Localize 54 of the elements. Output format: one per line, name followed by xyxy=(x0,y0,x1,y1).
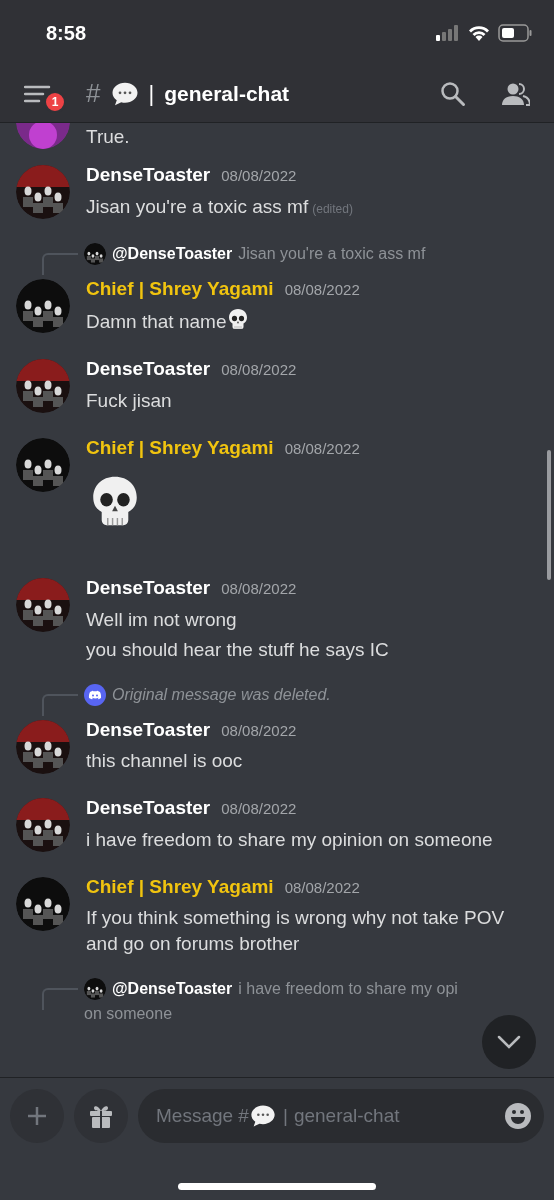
wifi-icon xyxy=(468,24,490,41)
message-timestamp: 08/08/2022 xyxy=(221,579,297,599)
edited-label: (edited) xyxy=(312,201,353,216)
reply-text: Original message was deleted. xyxy=(112,684,331,705)
reply-author[interactable]: @DenseToaster xyxy=(112,977,233,1001)
message-text: Damn that name xyxy=(86,307,538,335)
message-text: If you think something is wrong why not take POV and go on forums brother xyxy=(86,906,506,956)
reply-author[interactable]: @DenseToaster xyxy=(112,241,233,266)
search-icon[interactable] xyxy=(440,80,466,107)
message-text: Well im not wrong xyxy=(86,607,238,632)
message-timestamp: 08/08/2022 xyxy=(284,877,360,898)
message-text: i have freedom to share my opinion on someone xyxy=(86,827,494,852)
plus-icon xyxy=(26,1105,48,1127)
author-name[interactable]: DenseToaster xyxy=(86,161,211,190)
message-text: Jisan you're a toxic ass mf (edited) xyxy=(86,194,354,219)
status-time: 8:58 xyxy=(46,20,87,46)
message-timestamp: 08/08/2022 xyxy=(284,279,360,300)
message-timestamp: 08/08/2022 xyxy=(221,360,297,380)
message-timestamp: 08/08/2022 xyxy=(221,166,297,186)
message-timestamp: 08/08/2022 xyxy=(221,799,297,819)
placeholder-separator: | xyxy=(282,1103,288,1128)
author-name[interactable]: DenseToaster xyxy=(86,794,211,823)
author-name[interactable]: DenseToaster xyxy=(86,355,211,384)
channel-title: general-chat xyxy=(164,80,290,107)
message-timestamp: 08/08/2022 xyxy=(221,720,297,741)
reply-text: on someone xyxy=(84,1004,174,1024)
notification-badge: 1 xyxy=(44,90,66,113)
members-icon[interactable] xyxy=(502,81,530,106)
reply-connector xyxy=(42,693,78,716)
battery-icon xyxy=(498,23,532,42)
menu-icon xyxy=(24,83,52,104)
reply-text: i have freedom to share my opi xyxy=(238,979,458,999)
author-name[interactable]: DenseToaster xyxy=(86,715,211,744)
placeholder-text: general-chat xyxy=(293,1103,400,1128)
channel-hash: # xyxy=(86,77,101,110)
discord-logo-icon xyxy=(84,683,106,706)
placeholder-prefix: Message # xyxy=(156,1103,249,1128)
jump-to-bottom-button[interactable] xyxy=(482,1015,536,1069)
reply-connector xyxy=(42,988,78,1010)
author-name[interactable]: Chief | Shrey Yagami xyxy=(86,872,274,901)
message-text: you should hear the stuff he says IC xyxy=(86,637,390,662)
message-text: True. xyxy=(86,125,130,149)
author-name[interactable]: Chief | Shrey Yagami xyxy=(86,274,274,303)
emoji-icon[interactable] xyxy=(504,1102,532,1130)
message-text: Fuck jisan xyxy=(86,388,173,413)
message-timestamp: 08/08/2022 xyxy=(284,438,360,459)
author-name[interactable]: Chief | Shrey Yagami xyxy=(86,433,274,462)
author-name[interactable]: DenseToaster xyxy=(86,574,211,603)
chevron-down-icon xyxy=(497,1035,521,1049)
message-text: this channel is ooc xyxy=(86,749,244,773)
reply-connector xyxy=(42,252,78,275)
channel-separator: | xyxy=(148,80,155,108)
signal-icon xyxy=(436,24,460,41)
reply-text: Jisan you're a toxic ass mf xyxy=(238,243,426,264)
